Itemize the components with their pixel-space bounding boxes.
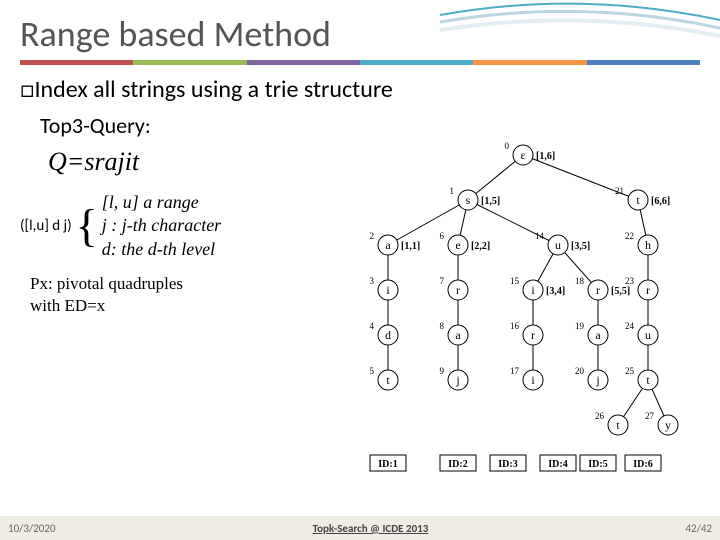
svg-text:ε: ε [520, 148, 525, 162]
svg-text:[1,1]: [1,1] [401, 241, 420, 252]
svg-text:j: j [455, 373, 459, 387]
svg-text:22: 22 [625, 231, 634, 241]
trie-diagram: ε0[1,6]s1[1,5]t21[6,6]a2[1,1]e6[2,2]u14[… [338, 135, 708, 485]
svg-text:j: j [595, 373, 599, 387]
svg-text:23: 23 [625, 276, 635, 286]
svg-text:8: 8 [440, 321, 445, 331]
svg-text:9: 9 [440, 366, 445, 376]
svg-text:21: 21 [615, 186, 624, 196]
svg-text:0: 0 [505, 141, 510, 151]
svg-text:d: d [385, 328, 391, 342]
svg-text:2: 2 [370, 231, 375, 241]
svg-text:[1,5]: [1,5] [481, 196, 500, 207]
svg-text:16: 16 [510, 321, 520, 331]
svg-text:14: 14 [535, 231, 545, 241]
svg-text:a: a [385, 238, 391, 252]
svg-text:26: 26 [595, 411, 605, 421]
svg-text:s: s [466, 193, 471, 207]
decorative-swoosh [440, 0, 720, 60]
def-line-3: d: the d-th level [102, 238, 221, 261]
svg-text:[6,6]: [6,6] [651, 196, 670, 207]
footer-title: Topk-Search @ ICDE 2013 [56, 522, 686, 535]
svg-text:5: 5 [370, 366, 375, 376]
svg-text:ID:4: ID:4 [548, 459, 567, 470]
svg-text:15: 15 [510, 276, 520, 286]
def-line-2: j : j-th character [102, 214, 221, 237]
svg-text:y: y [665, 418, 671, 432]
footer: 10/3/2020 Topk-Search @ ICDE 2013 42/42 [0, 516, 720, 540]
svg-text:3: 3 [370, 276, 375, 286]
svg-text:25: 25 [625, 366, 635, 376]
svg-text:[5,5]: [5,5] [611, 286, 630, 297]
svg-text:ID:5: ID:5 [588, 459, 607, 470]
svg-text:20: 20 [575, 366, 585, 376]
bullet-text: □Index all strings using a trie structur… [20, 75, 700, 104]
svg-text:17: 17 [510, 366, 520, 376]
svg-text:u: u [645, 328, 651, 342]
svg-text:a: a [455, 328, 461, 342]
svg-text:24: 24 [625, 321, 635, 331]
svg-text:[3,4]: [3,4] [546, 286, 565, 297]
footer-date: 10/3/2020 [8, 522, 56, 535]
svg-text:r: r [456, 283, 460, 297]
footer-page: 42/42 [685, 522, 712, 535]
svg-text:1: 1 [450, 186, 455, 196]
svg-text:ID:6: ID:6 [633, 459, 652, 470]
svg-text:a: a [595, 328, 601, 342]
svg-text:r: r [596, 283, 600, 297]
svg-text:ID:2: ID:2 [448, 459, 467, 470]
svg-text:[1,6]: [1,6] [536, 151, 555, 162]
svg-text:e: e [455, 238, 460, 252]
brace-icon: { [76, 196, 98, 256]
def-line-1: [l, u] a range [102, 191, 221, 214]
svg-text:27: 27 [645, 411, 655, 421]
svg-text:18: 18 [575, 276, 585, 286]
svg-text:6: 6 [440, 231, 445, 241]
svg-text:ID:3: ID:3 [498, 459, 517, 470]
svg-text:7: 7 [440, 276, 445, 286]
tuple-label: ([l,u] d j) [20, 217, 72, 235]
svg-text:4: 4 [370, 321, 375, 331]
svg-text:r: r [531, 328, 535, 342]
svg-text:u: u [555, 238, 561, 252]
svg-text:[3,5]: [3,5] [571, 241, 590, 252]
colorbar [20, 60, 700, 65]
svg-text:19: 19 [575, 321, 585, 331]
svg-text:h: h [645, 238, 651, 252]
svg-text:ID:1: ID:1 [378, 459, 397, 470]
svg-text:[2,2]: [2,2] [471, 241, 490, 252]
svg-text:r: r [646, 283, 650, 297]
